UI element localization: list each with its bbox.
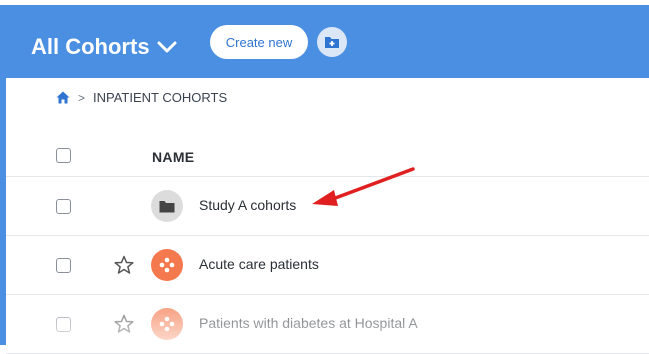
top-header: All Cohorts Create new bbox=[6, 5, 649, 78]
new-folder-button[interactable] bbox=[317, 27, 347, 57]
row-checkbox[interactable] bbox=[56, 258, 71, 273]
create-new-button[interactable]: Create new bbox=[210, 25, 308, 59]
row-label[interactable]: Patients with diabetes at Hospital A bbox=[199, 315, 418, 331]
folder-avatar bbox=[151, 190, 183, 222]
row-checkbox[interactable] bbox=[56, 317, 71, 332]
header-title: All Cohorts bbox=[31, 34, 150, 59]
breadcrumb-current[interactable]: INPATIENT COHORTS bbox=[93, 90, 227, 105]
cohort-icon bbox=[159, 316, 175, 332]
select-all-checkbox[interactable] bbox=[56, 148, 71, 163]
home-icon[interactable] bbox=[56, 91, 70, 104]
row-checkbox[interactable] bbox=[56, 199, 71, 214]
breadcrumb-separator: > bbox=[78, 90, 86, 105]
breadcrumb: > INPATIENT COHORTS bbox=[56, 90, 227, 105]
content-area: > INPATIENT COHORTS NAME Study A cohorts bbox=[6, 78, 649, 354]
cohort-avatar bbox=[151, 249, 183, 281]
table-row[interactable]: Patients with diabetes at Hospital A bbox=[6, 295, 649, 354]
chevron-down-icon bbox=[157, 41, 177, 53]
star-icon[interactable] bbox=[114, 255, 134, 275]
folder-plus-icon bbox=[325, 37, 339, 48]
annotation-arrow bbox=[312, 167, 415, 206]
row-label[interactable]: Study A cohorts bbox=[199, 197, 296, 213]
cohorts-dropdown[interactable]: All Cohorts bbox=[31, 34, 178, 60]
column-header-name[interactable]: NAME bbox=[152, 149, 194, 165]
row-label[interactable]: Acute care patients bbox=[199, 256, 319, 272]
cohort-icon bbox=[159, 257, 175, 273]
cohort-avatar bbox=[151, 308, 183, 340]
table-row[interactable]: Acute care patients bbox=[6, 236, 649, 295]
folder-icon bbox=[159, 200, 175, 212]
star-icon[interactable] bbox=[114, 314, 134, 334]
